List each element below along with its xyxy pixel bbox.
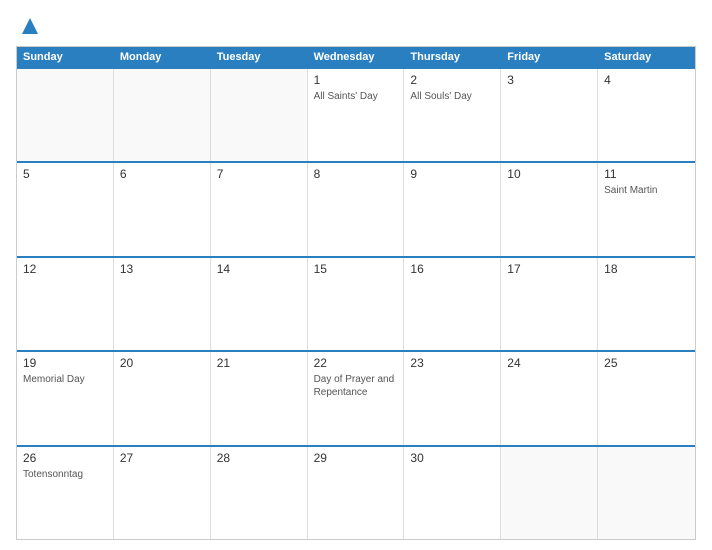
calendar-cell: 8 <box>308 163 405 255</box>
header-day-wednesday: Wednesday <box>308 47 405 67</box>
calendar-cell: 29 <box>308 447 405 539</box>
day-number: 11 <box>604 167 689 181</box>
calendar-cell: 15 <box>308 258 405 350</box>
day-number: 13 <box>120 262 204 276</box>
calendar-week-5: 26 Totensonntag 27 28 29 30 <box>17 445 695 539</box>
calendar-cell: 1 All Saints' Day <box>308 69 405 161</box>
calendar-cell: 17 <box>501 258 598 350</box>
day-number: 16 <box>410 262 494 276</box>
day-number: 21 <box>217 356 301 370</box>
calendar-cell: 3 <box>501 69 598 161</box>
calendar-cell: 12 <box>17 258 114 350</box>
calendar-cell: 23 <box>404 352 501 444</box>
day-number: 4 <box>604 73 689 87</box>
day-number: 20 <box>120 356 204 370</box>
holiday-label: All Souls' Day <box>410 91 471 102</box>
calendar-cell: 14 <box>211 258 308 350</box>
calendar-week-2: 56789 10 11 Saint Martin <box>17 161 695 255</box>
header-day-saturday: Saturday <box>598 47 695 67</box>
day-number: 24 <box>507 356 591 370</box>
calendar-cell: 13 <box>114 258 211 350</box>
calendar-week-4: 19 Memorial Day 20 21 22 Day of Prayer and Re… <box>17 350 695 444</box>
day-number: 25 <box>604 356 689 370</box>
calendar-cell <box>598 447 695 539</box>
calendar-week-3: 12 13 14 15 16 17 18 <box>17 256 695 350</box>
holiday-label: All Saints' Day <box>314 91 378 102</box>
day-number: 26 <box>23 451 107 465</box>
calendar-cell: 5 <box>17 163 114 255</box>
calendar-header-row: SundayMondayTuesdayWednesdayThursdayFrid… <box>17 47 695 67</box>
day-number: 29 <box>314 451 398 465</box>
header-day-thursday: Thursday <box>404 47 501 67</box>
header-day-sunday: Sunday <box>17 47 114 67</box>
calendar-cell: 16 <box>404 258 501 350</box>
calendar-cell: 18 <box>598 258 695 350</box>
header-day-monday: Monday <box>114 47 211 67</box>
day-number: 6 <box>120 167 204 181</box>
holiday-label: Totensonntag <box>23 469 83 480</box>
calendar-cell: 9 <box>404 163 501 255</box>
calendar-cell: 25 <box>598 352 695 444</box>
day-number: 15 <box>314 262 398 276</box>
header-day-tuesday: Tuesday <box>211 47 308 67</box>
day-number: 3 <box>507 73 591 87</box>
calendar-cell <box>501 447 598 539</box>
calendar-cell: 30 <box>404 447 501 539</box>
calendar-cell: 20 <box>114 352 211 444</box>
day-number: 27 <box>120 451 204 465</box>
day-number: 1 <box>314 73 398 87</box>
day-number: 10 <box>507 167 591 181</box>
calendar-cell: 10 <box>501 163 598 255</box>
calendar-cell: 2 All Souls' Day <box>404 69 501 161</box>
day-number: 7 <box>217 167 301 181</box>
day-number: 9 <box>410 167 494 181</box>
calendar-cell: 4 <box>598 69 695 161</box>
day-number: 22 <box>314 356 398 370</box>
holiday-label: Saint Martin <box>604 185 657 196</box>
holiday-label: Day of Prayer and Repentance <box>314 374 395 398</box>
logo <box>16 16 44 36</box>
header <box>16 16 696 36</box>
day-number: 5 <box>23 167 107 181</box>
calendar-cell: 21 <box>211 352 308 444</box>
calendar-cell: 19 Memorial Day <box>17 352 114 444</box>
calendar-body: 1 All Saints' Day 2 All Souls' Day 34 56789 10… <box>17 67 695 539</box>
calendar-cell: 11 Saint Martin <box>598 163 695 255</box>
day-number: 14 <box>217 262 301 276</box>
calendar-cell: 24 <box>501 352 598 444</box>
calendar-cell <box>17 69 114 161</box>
day-number: 28 <box>217 451 301 465</box>
calendar-cell: 7 <box>211 163 308 255</box>
day-number: 12 <box>23 262 107 276</box>
calendar-cell <box>114 69 211 161</box>
day-number: 18 <box>604 262 689 276</box>
calendar-page: SundayMondayTuesdayWednesdayThursdayFrid… <box>0 0 712 550</box>
day-number: 23 <box>410 356 494 370</box>
day-number: 19 <box>23 356 107 370</box>
header-day-friday: Friday <box>501 47 598 67</box>
calendar-cell: 6 <box>114 163 211 255</box>
calendar-cell: 28 <box>211 447 308 539</box>
calendar-cell <box>211 69 308 161</box>
holiday-label: Memorial Day <box>23 374 85 385</box>
day-number: 2 <box>410 73 494 87</box>
day-number: 17 <box>507 262 591 276</box>
day-number: 30 <box>410 451 494 465</box>
calendar-cell: 27 <box>114 447 211 539</box>
calendar-grid: SundayMondayTuesdayWednesdayThursdayFrid… <box>16 46 696 540</box>
logo-icon <box>20 16 40 36</box>
calendar-week-1: 1 All Saints' Day 2 All Souls' Day 34 <box>17 67 695 161</box>
calendar-cell: 26 Totensonntag <box>17 447 114 539</box>
calendar-cell: 22 Day of Prayer and Repentance <box>308 352 405 444</box>
day-number: 8 <box>314 167 398 181</box>
